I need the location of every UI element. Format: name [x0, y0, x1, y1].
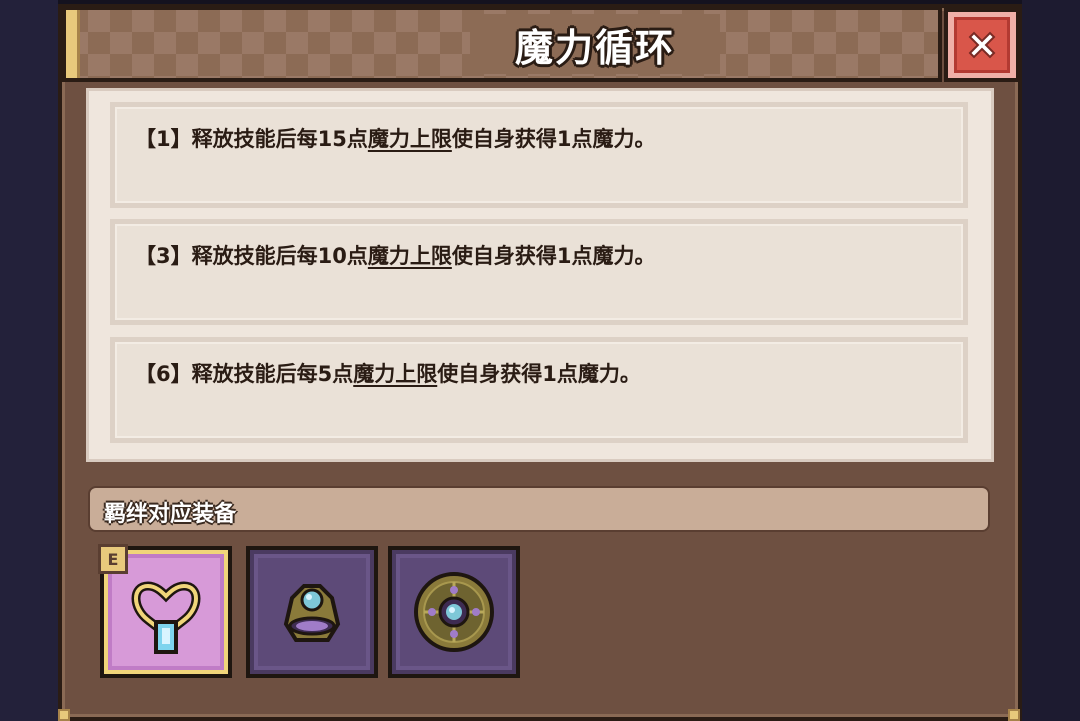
bond-effect-text: 【6】释放技能后每5点魔力上限使自身获得1点魔力。 [135, 358, 641, 388]
bond-effect-entry: 【1】释放技能后每15点魔力上限使自身获得1点魔力。 [110, 102, 968, 208]
close-button[interactable] [944, 8, 1020, 82]
amulet-icon [392, 550, 516, 674]
dialog-title: 魔力循环 [514, 25, 675, 70]
entry-prefix: 【3】释放技能后每10点 [135, 244, 368, 268]
entry-suffix: 使自身获得1点魔力。 [451, 127, 656, 151]
equipped-badge: E [98, 544, 128, 574]
equipment-slot-necklace[interactable]: E [98, 544, 232, 678]
equipment-slot-amulet[interactable] [388, 546, 520, 678]
max-mana-link[interactable]: 魔力上限 [353, 362, 437, 386]
header-gold-edge [66, 10, 80, 78]
equipment-section-title: 羁绊对应装备 [104, 502, 237, 527]
close-icon [954, 17, 1010, 73]
panel-corner-ornament [58, 709, 70, 721]
equipment-slot-ring[interactable] [246, 546, 378, 678]
equipment-section-header: 羁绊对应装备 [88, 486, 990, 532]
bond-effect-text: 【3】释放技能后每10点魔力上限使自身获得1点魔力。 [135, 240, 655, 270]
entry-prefix: 【1】释放技能后每15点 [135, 127, 368, 151]
bond-effect-text: 【1】释放技能后每15点魔力上限使自身获得1点魔力。 [135, 123, 655, 153]
entry-prefix: 【6】释放技能后每5点 [135, 362, 354, 386]
max-mana-link[interactable]: 魔力上限 [368, 127, 452, 151]
panel-corner-ornament [1008, 709, 1020, 721]
bond-effect-entry: 【6】释放技能后每5点魔力上限使自身获得1点魔力。 [110, 337, 968, 443]
background-scene-right [1022, 0, 1080, 721]
entry-suffix: 使自身获得1点魔力。 [451, 244, 656, 268]
entry-suffix: 使自身获得1点魔力。 [437, 362, 641, 386]
bond-effect-entry: 【3】释放技能后每10点魔力上限使自身获得1点魔力。 [110, 219, 968, 325]
title-plate: 魔力循环 [470, 14, 720, 74]
dialog-header: 魔力循环 [62, 6, 942, 82]
max-mana-link[interactable]: 魔力上限 [368, 244, 452, 268]
ring-icon [250, 550, 374, 674]
background-scene [0, 0, 58, 721]
